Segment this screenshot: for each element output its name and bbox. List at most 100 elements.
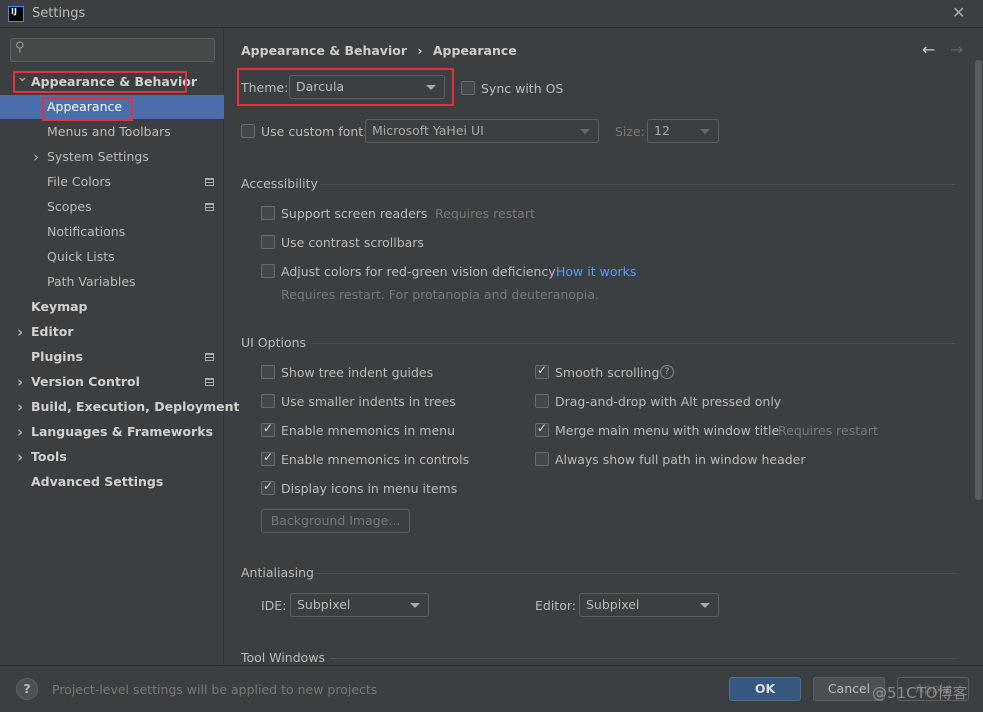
breadcrumb-separator: › bbox=[417, 43, 423, 58]
divider bbox=[330, 658, 955, 659]
watermark: @51CTO博客 bbox=[872, 684, 968, 702]
tool-windows-section-title: Tool Windows bbox=[241, 650, 326, 665]
requires-restart-note: Requires restart bbox=[435, 206, 535, 221]
accessibility-section-title: Accessibility bbox=[241, 176, 318, 191]
highlight-box bbox=[13, 71, 187, 93]
sidebar-item[interactable]: Quick Lists bbox=[0, 245, 224, 269]
sync-os-label: Sync with OS bbox=[481, 81, 564, 96]
option-checkbox[interactable] bbox=[535, 421, 549, 437]
chevron-right-icon[interactable]: › bbox=[17, 420, 23, 444]
option-checkbox[interactable] bbox=[261, 394, 275, 408]
sidebar-item[interactable]: Advanced Settings bbox=[0, 470, 224, 494]
option-label: Enable mnemonics in controls bbox=[281, 452, 470, 467]
sidebar-item[interactable]: › Editor bbox=[0, 320, 224, 344]
size-label: Size: bbox=[615, 124, 645, 139]
option-label: Drag-and-drop with Alt pressed only bbox=[555, 394, 782, 409]
sidebar-item[interactable]: › Version Control bbox=[0, 370, 224, 394]
contrast-scrollbars-checkbox[interactable] bbox=[261, 235, 275, 249]
contrast-scrollbars-label: Use contrast scrollbars bbox=[281, 235, 424, 250]
divider bbox=[312, 343, 955, 344]
chevron-right-icon[interactable]: › bbox=[17, 370, 23, 394]
forward-arrow-icon[interactable]: → bbox=[950, 40, 963, 59]
size-dropdown[interactable]: 12 bbox=[647, 119, 719, 143]
help-button[interactable]: ? bbox=[16, 678, 38, 700]
sidebar-item[interactable]: File Colors bbox=[0, 170, 224, 194]
ui-options-section-title: UI Options bbox=[241, 335, 307, 350]
sidebar-item-label: Languages & Frameworks bbox=[31, 424, 213, 439]
chevron-right-icon[interactable]: › bbox=[17, 320, 23, 344]
sidebar-item[interactable]: › Build, Execution, Deployment bbox=[0, 395, 239, 419]
background-image-button[interactable]: Background Image... bbox=[261, 509, 410, 533]
option-checkbox[interactable] bbox=[535, 363, 549, 379]
screen-readers-label: Support screen readers bbox=[281, 206, 428, 221]
editor-antialiasing-dropdown[interactable]: Subpixel bbox=[579, 593, 719, 617]
sidebar-item-label: Plugins bbox=[31, 349, 83, 364]
red-green-checkbox[interactable] bbox=[261, 264, 275, 278]
option-checkbox[interactable] bbox=[261, 421, 275, 437]
chevron-right-icon[interactable]: › bbox=[17, 395, 23, 419]
sidebar-item[interactable]: Keymap bbox=[0, 295, 224, 319]
divider bbox=[315, 573, 955, 574]
breadcrumb-parent[interactable]: Appearance & Behavior bbox=[241, 43, 407, 58]
sidebar-item-label: Version Control bbox=[31, 374, 140, 389]
screen-readers-checkbox[interactable] bbox=[261, 206, 275, 220]
project-level-icon bbox=[205, 203, 214, 211]
search-icon: ⚲ bbox=[15, 40, 25, 55]
option-checkbox[interactable] bbox=[535, 452, 549, 466]
ide-label: IDE: bbox=[261, 598, 287, 613]
option-label: Smooth scrolling bbox=[555, 365, 660, 380]
option-label: Merge main menu with window title bbox=[555, 423, 780, 438]
sidebar-item-label: Advanced Settings bbox=[31, 474, 164, 489]
sidebar-item-label: File Colors bbox=[47, 174, 112, 189]
sidebar-item[interactable]: Menus and Toolbars bbox=[0, 120, 224, 144]
red-green-note: Requires restart. For protanopia and deu… bbox=[281, 287, 599, 302]
option-label: Use smaller indents in trees bbox=[281, 394, 456, 409]
sidebar-item[interactable]: › Tools bbox=[0, 445, 224, 469]
font-dropdown[interactable]: Microsoft YaHei UI bbox=[365, 119, 599, 143]
sidebar-item-label: Scopes bbox=[47, 199, 92, 214]
help-icon[interactable]: ? bbox=[660, 365, 674, 379]
sidebar-item[interactable]: › System Settings bbox=[0, 145, 224, 169]
sidebar-item-label: Editor bbox=[31, 324, 74, 339]
search-input[interactable]: ⚲ bbox=[10, 38, 215, 62]
sidebar-item-label: Notifications bbox=[47, 224, 126, 239]
chevron-right-icon[interactable]: › bbox=[17, 445, 23, 469]
window-title: Settings bbox=[32, 6, 86, 21]
antialiasing-section-title: Antialiasing bbox=[241, 565, 314, 580]
breadcrumb-current: Appearance bbox=[432, 43, 517, 58]
project-level-icon bbox=[205, 353, 214, 361]
close-icon[interactable]: ✕ bbox=[952, 3, 965, 22]
title-bar: IJ Settings ✕ bbox=[0, 0, 983, 28]
custom-font-label: Use custom font: bbox=[261, 124, 368, 139]
divider bbox=[320, 184, 955, 185]
sidebar-item-label: Path Variables bbox=[47, 274, 136, 289]
option-label: Show tree indent guides bbox=[281, 365, 434, 380]
ok-button[interactable]: OK bbox=[729, 677, 801, 701]
option-label: Enable mnemonics in menu bbox=[281, 423, 455, 438]
scrollbar[interactable] bbox=[975, 60, 982, 500]
sidebar-item[interactable]: › Languages & Frameworks bbox=[0, 420, 224, 444]
option-checkbox[interactable] bbox=[261, 450, 275, 466]
sidebar-item[interactable]: Scopes bbox=[0, 195, 224, 219]
option-label: Always show full path in window header bbox=[555, 452, 806, 467]
ide-antialiasing-dropdown[interactable]: Subpixel bbox=[290, 593, 429, 617]
breadcrumb: Appearance & Behavior › Appearance bbox=[241, 43, 517, 58]
sidebar-item-label: Tools bbox=[31, 449, 67, 464]
custom-font-checkbox[interactable] bbox=[241, 124, 255, 138]
sidebar-item[interactable]: Plugins bbox=[0, 345, 224, 369]
project-level-icon bbox=[205, 178, 214, 186]
option-checkbox[interactable] bbox=[261, 479, 275, 495]
option-checkbox[interactable] bbox=[535, 394, 549, 408]
sidebar-item[interactable]: Path Variables bbox=[0, 270, 224, 294]
sync-os-checkbox[interactable] bbox=[461, 81, 475, 95]
option-checkbox[interactable] bbox=[261, 365, 275, 379]
sidebar-item-label: Keymap bbox=[31, 299, 88, 314]
red-green-label: Adjust colors for red-green vision defic… bbox=[281, 264, 556, 279]
back-arrow-icon[interactable]: ← bbox=[922, 40, 935, 59]
sidebar-item[interactable]: Notifications bbox=[0, 220, 224, 244]
how-it-works-link[interactable]: How it works bbox=[556, 264, 636, 279]
sidebar-item-label: Build, Execution, Deployment bbox=[31, 399, 240, 414]
chevron-right-icon[interactable]: › bbox=[33, 145, 39, 169]
requires-restart-note: Requires restart bbox=[778, 423, 878, 438]
sidebar-item-label: System Settings bbox=[47, 149, 149, 164]
